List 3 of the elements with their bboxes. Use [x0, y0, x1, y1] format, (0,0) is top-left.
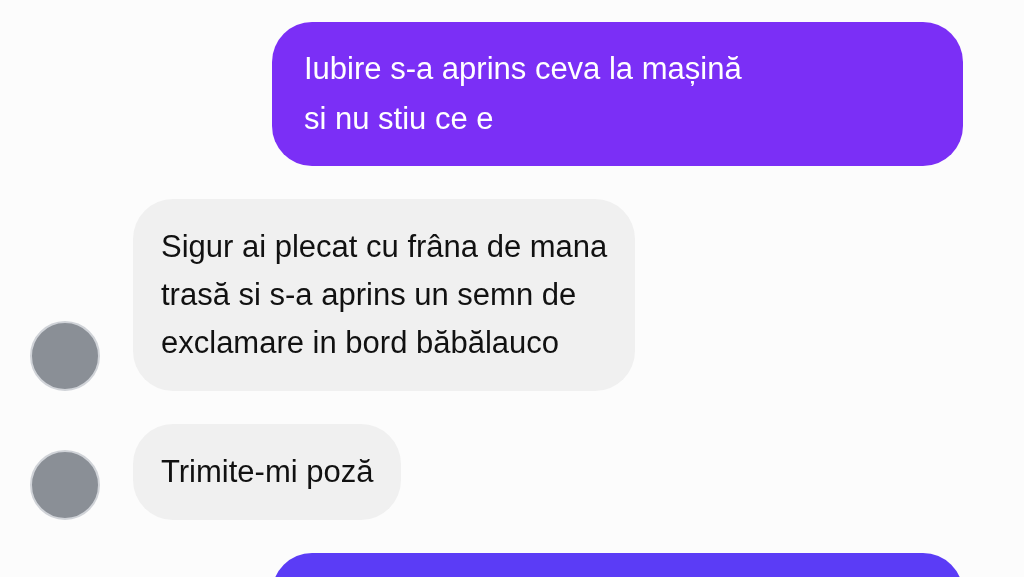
- message-text: Sigur ai plecat cu frâna de mana trasă si s-a aprins un semn de exclamare in bord băbălauco: [161, 228, 608, 362]
- message-text: Iubire s-a aprins ceva la mașină si nu stiu ce e: [304, 50, 743, 138]
- message-text: Trimite-mi poză: [161, 453, 374, 491]
